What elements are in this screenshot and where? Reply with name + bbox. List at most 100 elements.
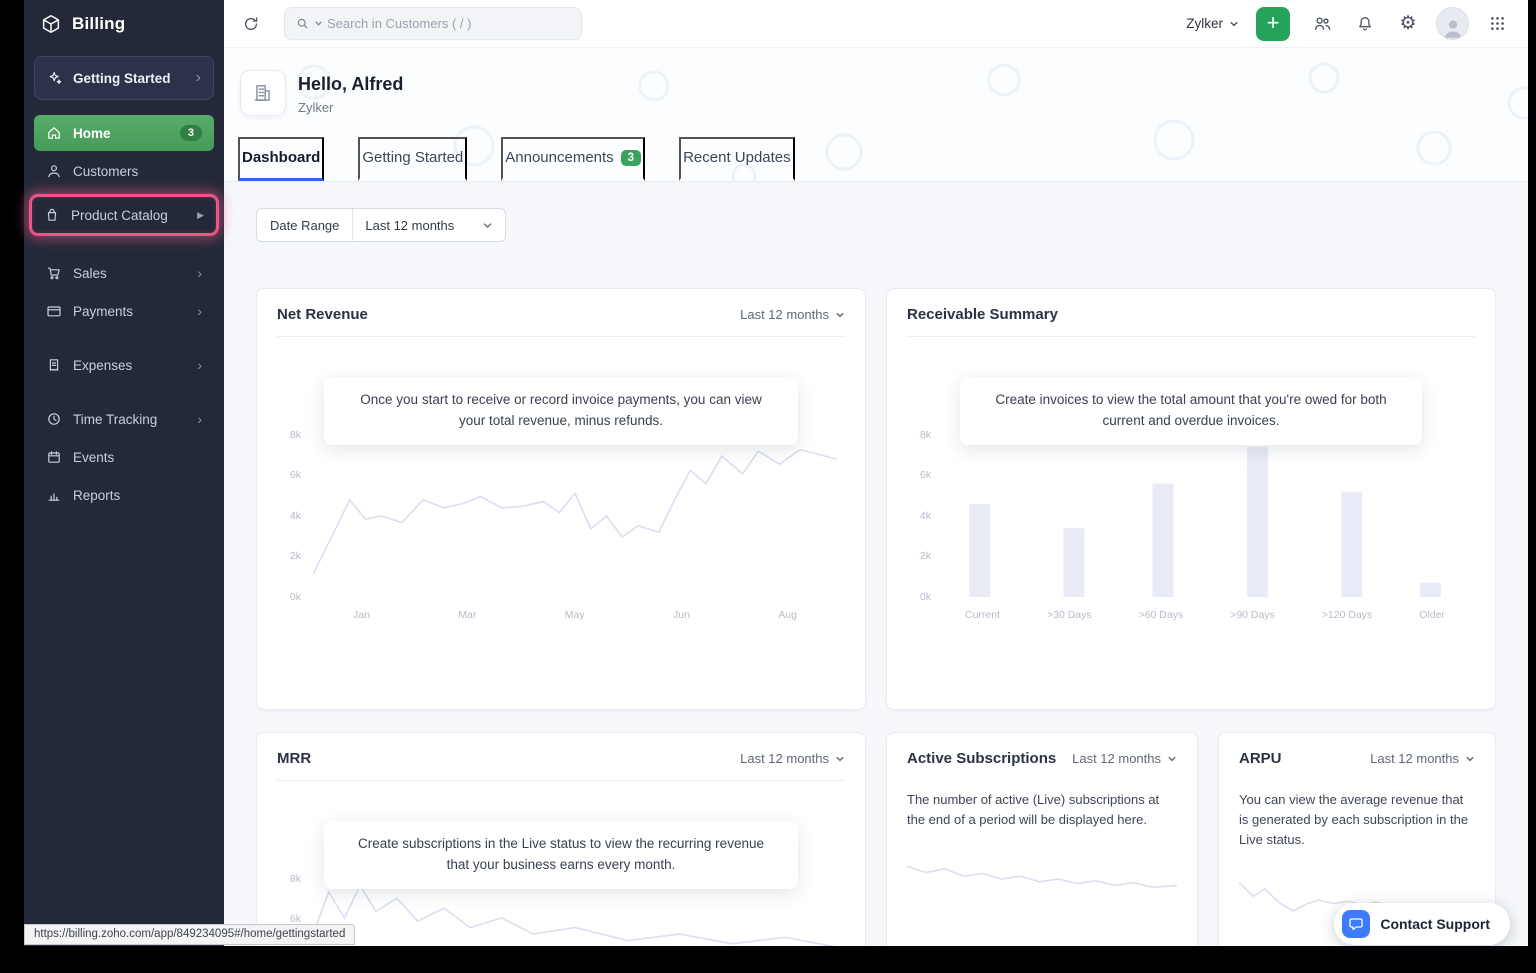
sidebar-item-product-catalog[interactable]: Product Catalog ▶	[32, 197, 216, 233]
apps-grid-icon	[1490, 17, 1504, 30]
main-column: Zylker + ⚙	[224, 0, 1528, 946]
sidebar-item-events[interactable]: Events	[34, 439, 214, 475]
chat-icon	[1342, 910, 1371, 938]
quick-add-button[interactable]: +	[1256, 6, 1290, 41]
tab-getting-started[interactable]: Getting Started	[358, 137, 468, 181]
line-plot	[313, 879, 837, 946]
card-header: Active Subscriptions Last 12 months	[887, 733, 1197, 780]
greeting-title: Hello, Alfred	[298, 74, 404, 94]
user-icon	[48, 165, 60, 178]
card-description: You can view the average revenue that is…	[1239, 792, 1469, 848]
sidebar-item-expenses[interactable]: Expenses ›	[34, 347, 214, 383]
chevron-down-icon	[836, 756, 844, 761]
tab-announcements[interactable]: Announcements 3	[501, 137, 646, 181]
card-title: MRR	[277, 750, 312, 767]
sidebar-item-customers[interactable]: Customers	[34, 153, 214, 189]
search-box	[284, 7, 582, 40]
app-logo: Billing	[24, 0, 224, 46]
clock-icon	[48, 413, 60, 425]
user-avatar[interactable]	[1436, 7, 1469, 40]
active-subscriptions-range-select[interactable]: Last 12 months	[1072, 751, 1177, 766]
bell-icon	[1359, 16, 1371, 31]
tab-recent-updates[interactable]: Recent Updates	[679, 137, 795, 181]
bag-icon	[47, 208, 57, 221]
empty-state-message: Create invoices to view the total amount…	[960, 377, 1422, 445]
search-scope-chevron-icon[interactable]	[314, 19, 323, 28]
chevron-down-icon	[483, 222, 492, 228]
x-axis-tick: Jan	[353, 609, 370, 621]
org-subtitle: Zylker	[298, 100, 334, 115]
home-badge: 3	[179, 125, 202, 141]
x-axis-tick: >90 Days	[1230, 609, 1275, 621]
card-title: ARPU	[1239, 750, 1282, 767]
x-axis-tick: >60 Days	[1138, 609, 1184, 621]
recent-activity-button[interactable]	[236, 9, 266, 39]
sidebar-item-label: Sales	[73, 265, 107, 281]
status-url-tooltip: https://billing.zoho.com/app/849234095#/…	[24, 924, 356, 945]
tab-label: Getting Started	[362, 149, 464, 166]
tab-label: Announcements	[505, 149, 614, 166]
sidebar-item-reports[interactable]: Reports	[34, 477, 214, 513]
window-frame-left	[0, 0, 24, 973]
sidebar-item-label: Reports	[73, 487, 121, 503]
mrr-range-select[interactable]: Last 12 months	[740, 751, 845, 766]
y-axis-tick: 4k	[919, 510, 931, 522]
card-title: Net Revenue	[277, 306, 368, 323]
screen: Billing Getting Started › Home 3 Custome…	[0, 0, 1536, 973]
net-revenue-range-select[interactable]: Last 12 months	[740, 307, 845, 322]
line-plot	[313, 435, 837, 597]
date-range-select[interactable]: Last 12 months	[353, 209, 505, 241]
card-net-revenue: Net Revenue Last 12 months Once you star…	[256, 288, 866, 710]
net-revenue-chart: Once you start to receive or record invo…	[277, 337, 845, 709]
settings-button[interactable]: ⚙	[1393, 9, 1423, 39]
card-receivable-summary: Receivable Summary Create invoices to vi…	[886, 288, 1496, 710]
sidebar-item-home[interactable]: Home 3	[34, 115, 214, 151]
tab-dashboard[interactable]: Dashboard	[238, 137, 325, 181]
notifications-button[interactable]	[1350, 9, 1380, 39]
card-title: Active Subscriptions	[907, 750, 1057, 767]
card-active-subscriptions: Active Subscriptions Last 12 months The …	[886, 732, 1198, 946]
y-axis-tick: 8k	[289, 873, 301, 885]
refresh-icon	[244, 16, 258, 30]
bar-chart-icon	[48, 493, 60, 501]
company-avatar	[240, 70, 286, 116]
apps-grid-button[interactable]	[1482, 9, 1512, 39]
empty-state-message: Once you start to receive or record invo…	[324, 377, 798, 445]
sparkle-icon	[49, 71, 62, 85]
receipt-icon	[49, 359, 59, 371]
chevron-right-icon: ›	[197, 357, 202, 373]
chevron-down-icon	[1466, 756, 1474, 761]
manage-users-button[interactable]	[1307, 9, 1337, 39]
sidebar-item-getting-started[interactable]: Getting Started ›	[34, 56, 214, 100]
empty-state-message: Create subscriptions in the Live status …	[324, 821, 798, 889]
sidebar-item-label: Home	[73, 125, 111, 141]
plus-icon: +	[1266, 9, 1280, 35]
receivable-summary-chart: Create invoices to view the total amount…	[907, 337, 1475, 709]
y-axis-tick: 6k	[919, 469, 931, 481]
range-value: Last 12 months	[740, 751, 829, 766]
search-input[interactable]	[327, 16, 571, 31]
sidebar-item-label: Events	[73, 449, 115, 465]
product-catalog-highlight: Product Catalog ▶	[29, 194, 219, 236]
cards-row-1: Net Revenue Last 12 months Once you star…	[256, 288, 1496, 710]
sidebar-item-label: Customers	[73, 163, 139, 179]
org-selector[interactable]: Zylker	[1186, 16, 1239, 31]
y-axis-tick: 6k	[289, 469, 301, 481]
x-axis-ticks: Current >30 Days >60 Days >90 Days >120 …	[943, 609, 1467, 621]
sidebar-item-label: Getting Started	[73, 70, 171, 86]
billing-logo-icon	[42, 15, 60, 33]
mrr-chart: Create subscriptions in the Live status …	[277, 781, 845, 946]
sidebar-item-payments[interactable]: Payments ›	[34, 293, 214, 329]
sidebar-item-time-tracking[interactable]: Time Tracking ›	[34, 401, 214, 437]
contact-support-button[interactable]: Contact Support	[1334, 903, 1510, 945]
date-range-control: Date Range Last 12 months	[256, 208, 507, 242]
x-axis-tick: May	[564, 609, 585, 621]
y-axis-tick: 0k	[289, 591, 301, 603]
arpu-range-select[interactable]: Last 12 months	[1370, 751, 1475, 766]
x-axis-tick: Aug	[778, 609, 797, 621]
bar-plot	[943, 435, 1467, 597]
sidebar-item-sales[interactable]: Sales ›	[34, 255, 214, 291]
